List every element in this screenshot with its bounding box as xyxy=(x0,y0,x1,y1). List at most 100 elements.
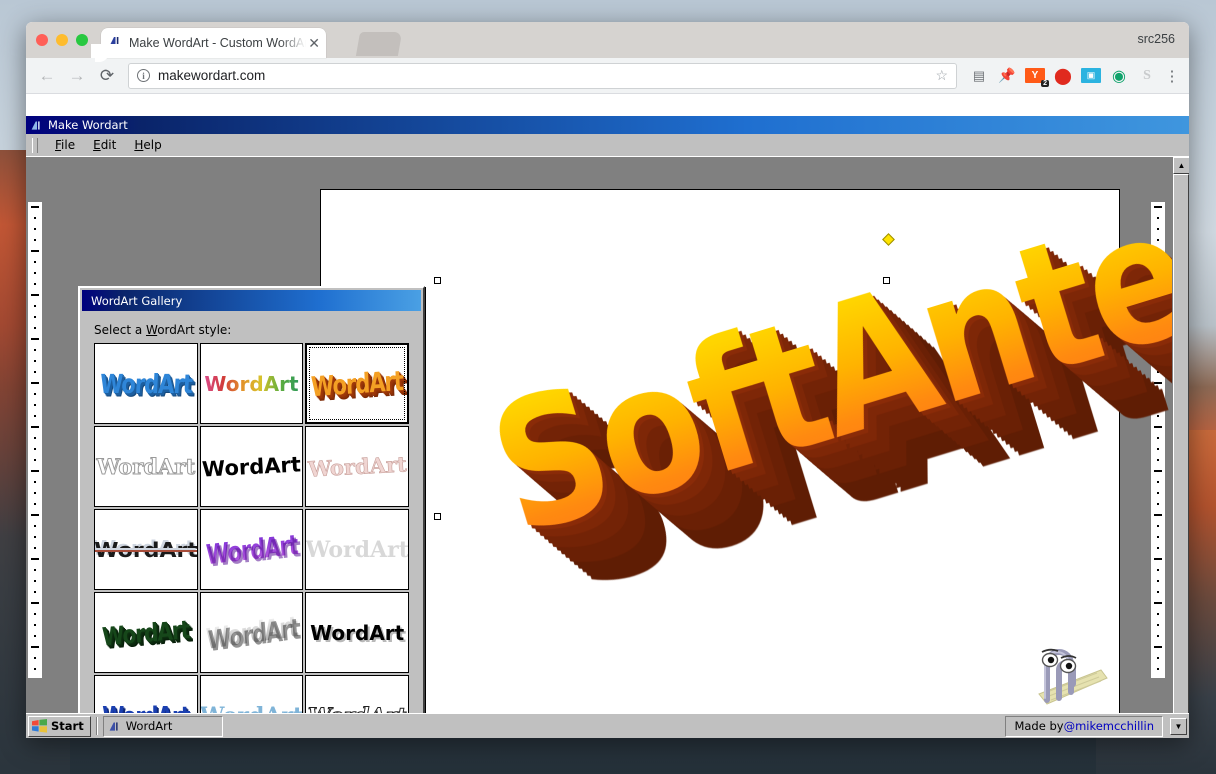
menu-help[interactable]: Help xyxy=(125,136,170,154)
ruler-minor-tick xyxy=(1157,459,1159,461)
ruler-minor-tick xyxy=(1157,635,1159,637)
ruler-minor-tick xyxy=(1157,536,1159,538)
ruler-major-tick xyxy=(31,514,39,516)
browser-toolbar: ← → ⟳ i makewordart.com ☆ ▤ 📌 Y 2 ⬤ ▣ ◉ … xyxy=(26,58,1189,94)
window-traffic-lights xyxy=(36,34,88,46)
handle-top-left[interactable] xyxy=(434,277,441,284)
scrollbar-track[interactable] xyxy=(1173,174,1189,734)
maximize-window-button[interactable] xyxy=(76,34,88,46)
document-canvas[interactable]: SoftAnten xyxy=(320,140,1189,738)
style-purple-3d[interactable]: WordArt xyxy=(199,509,304,590)
start-button[interactable]: Start xyxy=(28,715,91,737)
ruler-minor-tick xyxy=(1157,393,1159,395)
scrollbar-thumb[interactable] xyxy=(1173,174,1189,734)
id-extension-icon[interactable]: ◉ xyxy=(1109,66,1129,86)
wordart-object[interactable]: SoftAnten xyxy=(471,140,1189,575)
adjust-handle[interactable] xyxy=(882,233,895,246)
back-icon[interactable]: ← xyxy=(34,63,60,89)
reader-extension-icon[interactable]: ▤ xyxy=(969,66,989,86)
start-label: Start xyxy=(51,719,84,733)
style-faded-overlay[interactable]: WordArt xyxy=(305,509,409,590)
ruler-minor-tick xyxy=(34,503,36,505)
pin-extension-icon[interactable]: 📌 xyxy=(997,66,1017,86)
address-bar[interactable]: i makewordart.com ☆ xyxy=(128,62,957,89)
ruler-minor-tick xyxy=(34,327,36,329)
style-green-3d[interactable]: WordArt xyxy=(94,592,198,673)
ruler-major-tick xyxy=(31,426,39,428)
taskbar-item-wordart[interactable]: WordArt xyxy=(102,715,223,737)
url-text: makewordart.com xyxy=(158,68,266,83)
prompt-before: Select a xyxy=(94,323,147,337)
ruler-minor-tick xyxy=(1157,503,1159,505)
windows-taskbar: Start WordArt Made by @mikemcchillin ▼ xyxy=(26,713,1189,738)
ruler-major-tick xyxy=(1154,470,1162,472)
close-window-button[interactable] xyxy=(36,34,48,46)
menu-edit[interactable]: Edit xyxy=(84,136,125,154)
style-preview-label: WordArt xyxy=(305,536,409,563)
style-bold-black[interactable]: WordArt xyxy=(199,426,304,507)
ruler-minor-tick xyxy=(34,349,36,351)
style-outline-gray[interactable]: WordArt xyxy=(94,426,198,507)
forward-icon[interactable]: → xyxy=(64,63,90,89)
ruler-minor-tick xyxy=(34,635,36,637)
ruler-major-tick xyxy=(31,250,39,252)
style-preview-label: WordArt xyxy=(204,371,299,396)
wordart-taskbar-icon xyxy=(109,721,118,731)
style-blue-3d[interactable]: WordArt xyxy=(94,343,198,424)
ruler-major-tick xyxy=(1154,426,1162,428)
new-tab-button[interactable] xyxy=(355,32,403,56)
ruler-minor-tick xyxy=(1157,492,1159,494)
menubar-grip[interactable] xyxy=(32,137,38,153)
browser-tabstrip: Make WordArt - Custom WordArt ✕ src256 xyxy=(26,22,1189,58)
style-serif-pink[interactable]: WordArt xyxy=(305,426,409,507)
style-preview-label: WordArt xyxy=(307,451,408,482)
ruler-minor-tick xyxy=(34,305,36,307)
yandex-extension-icon[interactable]: Y 2 xyxy=(1025,68,1049,87)
style-orange-3d[interactable]: WordArt xyxy=(305,343,409,424)
page-content: Make Wordart File Edit Help SoftAnten ▲ … xyxy=(26,94,1189,738)
ruler-major-tick xyxy=(31,646,39,648)
menu-file[interactable]: File xyxy=(46,136,84,154)
reload-icon[interactable]: ⟳ xyxy=(94,63,120,89)
ruler-major-tick xyxy=(1154,602,1162,604)
style-rainbow[interactable]: WordArt xyxy=(199,343,304,424)
vertical-ruler-left xyxy=(26,157,44,738)
ruler-minor-tick xyxy=(34,459,36,461)
ruler-minor-tick xyxy=(34,613,36,615)
browser-tab-active[interactable]: Make WordArt - Custom WordArt ✕ xyxy=(91,28,326,58)
style-preview-label: WordArt xyxy=(94,537,198,562)
credit-handle[interactable]: @mikemcchillin xyxy=(1064,719,1154,733)
wordart-gallery-dialog: WordArt Gallery Select a WordArt style: … xyxy=(78,286,425,738)
tray-expand-icon[interactable]: ▼ xyxy=(1170,717,1187,735)
vertical-scrollbar[interactable]: ▲ ▼ xyxy=(1172,157,1189,738)
bookmark-star-icon[interactable]: ☆ xyxy=(935,67,948,84)
ruler-minor-tick xyxy=(34,228,36,230)
prompt-accel: W xyxy=(146,323,158,337)
minimize-window-button[interactable] xyxy=(56,34,68,46)
style-silver-3d[interactable]: WordArt xyxy=(199,592,304,673)
taskbar-tray: Made by @mikemcchillin xyxy=(1005,715,1163,737)
ruler-minor-tick xyxy=(1157,668,1159,670)
close-icon[interactable]: ✕ xyxy=(308,36,320,50)
shield-extension-icon[interactable]: ⬤ xyxy=(1053,66,1073,86)
clippy-assistant[interactable] xyxy=(1013,630,1111,710)
browser-menu-icon[interactable]: ⋮ xyxy=(1163,67,1181,85)
ruler-minor-tick xyxy=(34,657,36,659)
style-plain-shadow[interactable]: WordArt xyxy=(305,592,409,673)
ruler-minor-tick xyxy=(34,536,36,538)
ruler-minor-tick xyxy=(34,437,36,439)
ruler-minor-tick xyxy=(34,525,36,527)
window-source-label: src256 xyxy=(1137,32,1175,46)
evernote-extension-icon[interactable]: ▣ xyxy=(1081,68,1101,83)
site-info-icon[interactable]: i xyxy=(137,69,150,82)
style-strike-shadow[interactable]: WordArt xyxy=(94,509,198,590)
ruler-minor-tick xyxy=(1157,448,1159,450)
style-preview-label: WordArt xyxy=(99,368,193,399)
s-extension-icon[interactable]: S xyxy=(1137,66,1157,86)
browser-window: Make WordArt - Custom WordArt ✕ src256 ←… xyxy=(26,22,1189,738)
ruler-minor-tick xyxy=(34,261,36,263)
handle-middle-left[interactable] xyxy=(434,513,441,520)
scroll-up-button[interactable]: ▲ xyxy=(1173,157,1189,174)
ruler-minor-tick xyxy=(34,668,36,670)
style-preview-label: WordArt xyxy=(204,528,299,571)
